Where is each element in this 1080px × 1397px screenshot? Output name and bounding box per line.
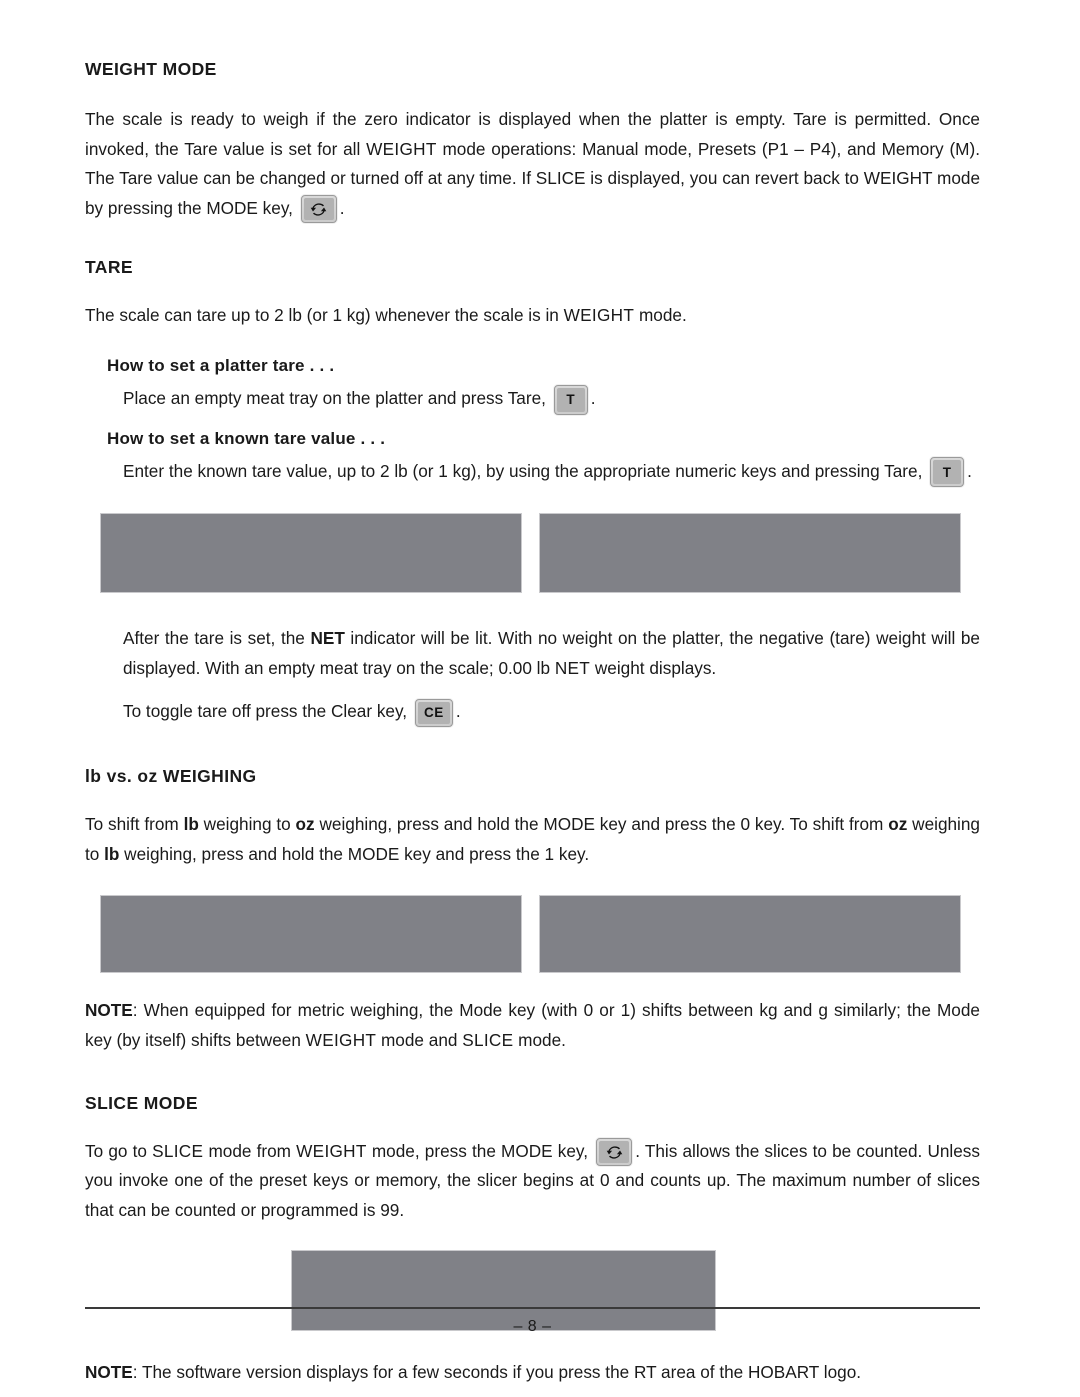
heading-lb-vs-oz: lb vs. oz WEIGHING	[85, 766, 257, 787]
heading-tare: TARE	[85, 256, 133, 277]
slice-a: To go to	[85, 1140, 153, 1161]
page-footer: – 8 –	[85, 1307, 980, 1336]
lb-bold-1: lb	[183, 814, 199, 835]
footer-rule	[85, 1307, 980, 1309]
mode-key-button-2[interactable]	[596, 1138, 633, 1167]
tare-key-cap-1: T	[556, 387, 585, 412]
slice-b: mode from	[203, 1140, 297, 1161]
mode-key-cap	[303, 198, 334, 221]
tare-key-button-1[interactable]: T	[553, 384, 588, 415]
small-caps-weight-3: WEIGHT	[305, 1030, 377, 1051]
mode-key-cap-2	[599, 1141, 630, 1164]
oz-bold-2: oz	[888, 814, 908, 835]
lboz-a: To shift from	[85, 814, 184, 835]
lb-bold-2: lb	[104, 843, 120, 864]
tare-intro-b: mode.	[634, 304, 687, 325]
paragraph-note-metric: NOTE: When equipped for metric weighing,…	[85, 996, 980, 1055]
tare-figure-right	[539, 513, 961, 594]
note-software-text: : The software version displays for a fe…	[132, 1361, 862, 1382]
paragraph-toggle-tare-off: To toggle tare off press the Clear key, …	[85, 697, 980, 727]
clear-key-cap: CE	[417, 701, 450, 724]
paragraph-platter-tare: Place an empty meat tray on the platter …	[85, 384, 980, 415]
platter-tare-text-a: Place an empty meat tray on the platter …	[123, 388, 551, 409]
small-caps-weight-2: WEIGHT	[563, 304, 635, 325]
heading-slice-mode: SLICE MODE	[85, 1092, 198, 1113]
small-caps-net: NET	[554, 657, 591, 678]
note-metric-c: mode.	[513, 1030, 566, 1051]
weight-mode-text-c: .	[339, 197, 345, 218]
lboz-figure-left	[100, 895, 522, 974]
paragraph-weight-mode: The scale is ready to weigh if the zero …	[85, 105, 980, 224]
heading-weight-mode: WEIGHT MODE	[85, 59, 217, 79]
note-label-1: NOTE	[85, 1000, 133, 1021]
document-page: WEIGHT MODE The scale is ready to weigh …	[0, 0, 1080, 1397]
figure-row-lboz	[100, 895, 980, 974]
slice-c: mode, press the MODE key,	[366, 1140, 594, 1161]
lboz-b: weighing to	[198, 814, 296, 835]
paragraph-tare-intro: The scale can tare up to 2 lb (or 1 kg) …	[85, 301, 980, 331]
subheading-platter-tare: How to set a platter tare . . .	[107, 356, 335, 376]
tare-key-button-2[interactable]: T	[930, 457, 965, 488]
lboz-e: weighing, press and hold the MODE key an…	[119, 843, 590, 864]
note-label-2: NOTE	[85, 1361, 133, 1382]
page-number: – 8 –	[513, 1318, 552, 1335]
paragraph-slice-mode: To go to SLICE mode from WEIGHT mode, pr…	[85, 1137, 980, 1226]
note-metric-b: mode and	[376, 1030, 463, 1051]
mode-key-button[interactable]	[300, 195, 337, 224]
subheading-known-tare: How to set a known tare value . . .	[107, 428, 386, 448]
known-tare-text-b: .	[967, 460, 972, 481]
cycle-arrows-icon	[310, 203, 327, 216]
lboz-figure-right	[539, 895, 961, 974]
cycle-arrows-icon-2	[606, 1146, 622, 1159]
paragraph-after-tare: After the tare is set, the NET indicator…	[85, 624, 980, 683]
small-caps-weight-4: WEIGHT	[296, 1140, 367, 1161]
clear-text-a: To toggle tare off press the Clear key,	[123, 701, 412, 722]
tare-intro-a: The scale can tare up to 2 lb (or 1 kg) …	[85, 304, 564, 325]
clear-text-b: .	[455, 701, 461, 722]
after-tare-a: After the tare is set, the	[123, 628, 311, 649]
small-caps-slice-1: SLICE	[462, 1030, 514, 1051]
paragraph-note-software: NOTE: The software version displays for …	[85, 1358, 980, 1388]
known-tare-text-a: Enter the known tare value, up to 2 lb (…	[123, 460, 928, 481]
figure-row-tare	[100, 513, 980, 594]
platter-tare-text-b: .	[590, 388, 596, 409]
clear-key-button[interactable]: CE	[414, 698, 453, 727]
paragraph-known-tare: Enter the known tare value, up to 2 lb (…	[85, 457, 980, 488]
page-content: WEIGHT MODE The scale is ready to weigh …	[85, 59, 980, 1388]
small-caps-weight: WEIGHT	[366, 138, 437, 159]
paragraph-lb-oz: To shift from lb weighing to oz weighing…	[85, 810, 980, 869]
after-tare-c: weight displays.	[590, 657, 717, 678]
tare-key-cap-2: T	[933, 460, 962, 485]
small-caps-slice-2: SLICE	[152, 1140, 204, 1161]
net-bold: NET	[310, 628, 345, 649]
tare-figure-left	[100, 513, 522, 594]
lboz-c: weighing, press and hold the MODE key an…	[314, 814, 889, 835]
oz-bold-1: oz	[295, 814, 315, 835]
